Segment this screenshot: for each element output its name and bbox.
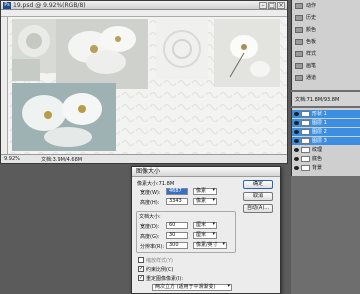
layer-thumbnail [301, 120, 310, 126]
doc-height-input[interactable]: 30 [166, 232, 188, 239]
zoom-level[interactable]: 9.92% [4, 156, 20, 162]
minimize-icon[interactable]: – [259, 2, 267, 9]
resolution-unit-select[interactable]: 像素/英寸 [193, 242, 227, 249]
eye-icon[interactable] [294, 148, 299, 152]
pixel-size-label: 像素大小:71.8M [137, 181, 175, 187]
width-input[interactable]: 4687 [166, 188, 188, 195]
panel-item[interactable]: 画笔 [292, 62, 360, 70]
resolution-input[interactable]: 300 [166, 242, 188, 249]
info-text: 文档:71.8M/93.8M [295, 97, 340, 103]
artwork-image [8, 17, 287, 154]
doc-width-input[interactable]: 60 [166, 222, 188, 229]
layer-thumbnail [301, 147, 310, 153]
swatches-icon [295, 39, 303, 45]
doc-size-label: 文档大小: [139, 214, 161, 220]
auto-button[interactable]: 自动(A)... [243, 204, 273, 213]
panel-item[interactable]: 样式 [292, 50, 360, 58]
eye-icon[interactable] [294, 139, 299, 143]
layers-panel: 形状 1 图层 1 图层 2 图层 3 纹理 底色 背景 [291, 108, 360, 176]
eye-icon[interactable] [294, 166, 299, 170]
document-title-bar[interactable]: Ps 19.psd @ 9.92%(RGB/8) – □ × [1, 1, 287, 10]
eye-icon[interactable] [294, 130, 299, 134]
width-unit-select[interactable]: 像素 [193, 188, 217, 195]
photoshop-icon: Ps [3, 2, 11, 9]
layer-row[interactable]: 形状 1 [292, 110, 360, 118]
cancel-button[interactable]: 取消 [243, 192, 273, 201]
layer-row[interactable]: 纹理 [292, 146, 360, 154]
document-status: 文档:3.9M/4.68M [41, 157, 83, 163]
dialog-title[interactable]: 图像大小 [132, 167, 280, 177]
resample-method-select[interactable]: 两次立方 (适用于平滑渐变) [152, 284, 232, 291]
constrain-label: 约束比例(C) [146, 267, 174, 273]
panel-item[interactable]: 动作 [292, 2, 360, 10]
image-size-dialog: 图像大小 像素大小:71.8M 宽度(W): 4687 像素 高度(H): 33… [131, 166, 281, 294]
ruler-horizontal [1, 10, 287, 17]
panel-item[interactable]: 色板 [292, 38, 360, 46]
channels-icon [295, 75, 303, 81]
layer-thumbnail [301, 156, 310, 162]
scale-styles-checkbox[interactable] [138, 257, 144, 263]
layer-thumbnail [301, 129, 310, 135]
resample-label: 重定图像像素(I): [146, 276, 184, 282]
eye-icon[interactable] [294, 157, 299, 161]
layer-row[interactable]: 图层 1 [292, 119, 360, 127]
height-unit-select[interactable]: 像素 [193, 198, 217, 205]
layer-thumbnail [301, 138, 310, 144]
styles-icon [295, 51, 303, 57]
eye-icon[interactable] [294, 112, 299, 116]
maximize-icon[interactable]: □ [268, 2, 276, 9]
layer-row[interactable]: 底色 [292, 155, 360, 163]
ruler-vertical [1, 17, 8, 154]
close-icon[interactable]: × [277, 2, 285, 9]
doc-width-label: 宽度(D): [140, 224, 160, 230]
ok-button[interactable]: 确定 [243, 180, 273, 189]
layer-thumbnail [301, 111, 310, 117]
document-window: Ps 19.psd @ 9.92%(RGB/8) – □ × 9.92% 文档:… [0, 0, 288, 164]
panel-item[interactable]: 通道 [292, 74, 360, 82]
panel-item[interactable]: 历史 [292, 14, 360, 22]
layer-thumbnail [301, 165, 310, 171]
info-panel: 文档:71.8M/93.8M [291, 92, 360, 106]
doc-width-unit-select[interactable]: 厘米 [193, 222, 217, 229]
resample-checkbox[interactable]: ✓ [138, 275, 144, 281]
eye-icon[interactable] [294, 121, 299, 125]
layer-row[interactable]: 图层 2 [292, 128, 360, 136]
layer-row[interactable]: 背景 [292, 164, 360, 172]
panel-item[interactable]: 颜色 [292, 26, 360, 34]
image-canvas[interactable] [8, 17, 287, 154]
history-panel: 动作 历史 颜色 色板 样式 画笔 通道 [291, 0, 360, 90]
doc-height-unit-select[interactable]: 厘米 [193, 232, 217, 239]
status-bar: 9.92% 文档:3.9M/4.68M [1, 154, 287, 163]
constrain-checkbox[interactable]: ✓ [138, 266, 144, 272]
layer-row[interactable]: 图层 3 [292, 137, 360, 145]
height-input[interactable]: 3343 [166, 198, 188, 205]
document-title: 19.psd @ 9.92%(RGB/8) [13, 2, 86, 9]
resolution-label: 分辨率(R): [140, 244, 165, 250]
scale-styles-label: 缩放样式(Y) [146, 258, 173, 264]
actions-icon [295, 3, 303, 9]
history-icon [295, 15, 303, 21]
doc-height-label: 高度(G): [140, 234, 160, 240]
brush-icon [295, 63, 303, 69]
height-label: 高度(H): [140, 200, 160, 206]
width-label: 宽度(W): [140, 190, 161, 196]
color-icon [295, 27, 303, 33]
